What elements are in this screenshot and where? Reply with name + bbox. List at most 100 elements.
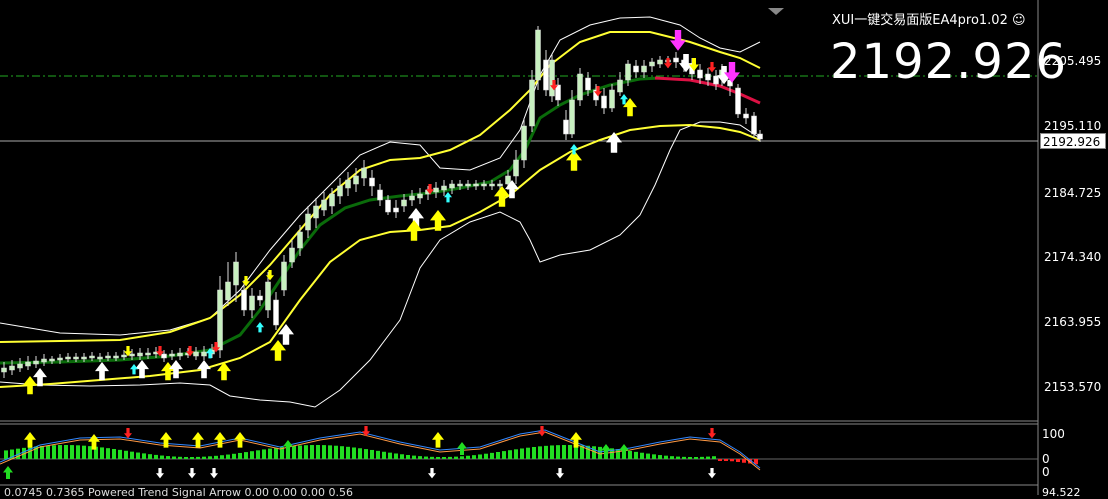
osc-axis-label-zero: 0 xyxy=(1042,452,1050,466)
osc-bar-positive xyxy=(58,445,62,459)
candle-body xyxy=(489,183,495,187)
osc-bar-positive xyxy=(466,455,470,459)
candle-body xyxy=(705,73,711,81)
candle-body xyxy=(441,185,447,191)
osc-bar-positive xyxy=(490,452,494,459)
osc-arrow-icon xyxy=(601,444,611,457)
smiley-icon: ☺ xyxy=(1011,13,1026,28)
osc-bar-positive xyxy=(628,450,632,459)
osc-bar-positive xyxy=(508,450,512,459)
osc-bar-positive xyxy=(364,449,368,459)
candle-body xyxy=(735,87,741,115)
osc-bar-positive xyxy=(346,446,350,459)
candle-body xyxy=(625,63,631,81)
osc-bar-positive xyxy=(328,445,332,459)
osc-bar-positive xyxy=(496,451,500,459)
candle-body xyxy=(201,351,207,357)
candle-body xyxy=(17,363,23,369)
candle-body xyxy=(409,195,415,201)
chart-shift-marker[interactable] xyxy=(768,8,784,15)
candle-body xyxy=(361,167,367,179)
osc-bar-positive xyxy=(298,445,302,459)
candle-body xyxy=(369,177,375,187)
osc-bar-positive xyxy=(442,456,446,459)
osc-bar-positive xyxy=(352,447,356,459)
candle-body xyxy=(563,119,569,135)
candle-body xyxy=(385,199,391,213)
osc-arrow-icon xyxy=(188,468,196,479)
candle-body xyxy=(353,175,359,185)
ea-title[interactable]: XUI一键交易面版EA4pro1.02 ☺ xyxy=(832,9,1026,28)
osc-bar-positive xyxy=(214,455,218,459)
osc-arrow-icon xyxy=(124,428,132,439)
candle-body xyxy=(457,183,463,187)
candle-body xyxy=(273,299,279,326)
candle-body xyxy=(449,183,455,189)
osc-bar-positive xyxy=(166,456,170,459)
candle-body xyxy=(633,65,639,73)
osc-bar-positive xyxy=(106,448,110,459)
candle-body xyxy=(161,353,167,359)
osc-bar-positive xyxy=(526,447,530,459)
osc-bar-positive xyxy=(670,456,674,459)
osc-bar-positive xyxy=(472,455,476,459)
candle-body xyxy=(713,75,719,85)
osc-bar-positive xyxy=(448,456,452,459)
candle-body xyxy=(49,358,55,362)
osc-axis-label-zero: 0 xyxy=(1042,465,1050,479)
osc-bar-positive xyxy=(172,456,176,459)
osc-bar-positive xyxy=(64,445,68,459)
price-axis-label: 2205.495 xyxy=(1044,54,1102,68)
osc-bar-positive xyxy=(652,454,656,459)
candle-body xyxy=(535,29,541,81)
osc-bar-positive xyxy=(376,450,380,459)
candle-body xyxy=(177,352,183,357)
osc-bar-positive xyxy=(658,455,662,459)
osc-bar-positive xyxy=(694,456,698,459)
candle-body xyxy=(313,205,319,219)
osc-bar-positive xyxy=(712,456,716,459)
osc-bar-positive xyxy=(304,445,308,459)
candle-body xyxy=(89,355,95,359)
osc-arrow-icon xyxy=(619,444,629,457)
candle-body xyxy=(465,183,471,187)
candle-body xyxy=(609,89,615,109)
candle-body xyxy=(169,353,175,357)
candle-body xyxy=(585,77,591,91)
osc-bar-positive xyxy=(88,446,92,459)
osc-bar-positive xyxy=(262,449,266,459)
candle-body xyxy=(113,355,119,359)
osc-bar-negative xyxy=(724,459,728,461)
candle-body xyxy=(193,351,199,357)
osc-arrow-icon xyxy=(432,432,444,448)
osc-bar-positive xyxy=(196,456,200,459)
candle-body xyxy=(337,185,343,197)
osc-arrow-icon xyxy=(3,466,13,479)
candle-body xyxy=(217,289,223,351)
osc-bar-positive xyxy=(4,450,8,459)
candle-body xyxy=(657,59,663,65)
chart-window[interactable]: XUI一键交易面版EA4pro1.02 ☺ 2192.926 2205.495 … xyxy=(0,0,1108,499)
osc-bar-positive xyxy=(484,453,488,459)
candle-body xyxy=(65,356,71,360)
candle-body xyxy=(505,175,511,185)
osc-bar-positive xyxy=(682,456,686,459)
osc-arrow-icon xyxy=(457,442,467,455)
osc-bar-positive xyxy=(148,454,152,459)
candle-body xyxy=(281,261,287,291)
indicator-status-text: 0.0745 0.7365 Powered Trend Signal Arrow… xyxy=(4,486,353,499)
osc-bar-positive xyxy=(70,445,74,459)
osc-arrow-icon xyxy=(210,468,218,479)
candle-body xyxy=(249,295,255,311)
candle-body xyxy=(145,352,151,356)
osc-bar-positive xyxy=(130,451,134,459)
osc-bar-positive xyxy=(706,456,710,459)
osc-bar-positive xyxy=(238,452,242,459)
candle-body xyxy=(257,295,263,301)
candle-body xyxy=(617,79,623,93)
cyan-arrow-icon xyxy=(130,364,138,375)
osc-bar-positive xyxy=(358,448,362,459)
osc-bar-positive xyxy=(616,449,620,459)
osc-arrow-icon xyxy=(708,468,716,479)
osc-bar-positive xyxy=(256,450,260,459)
